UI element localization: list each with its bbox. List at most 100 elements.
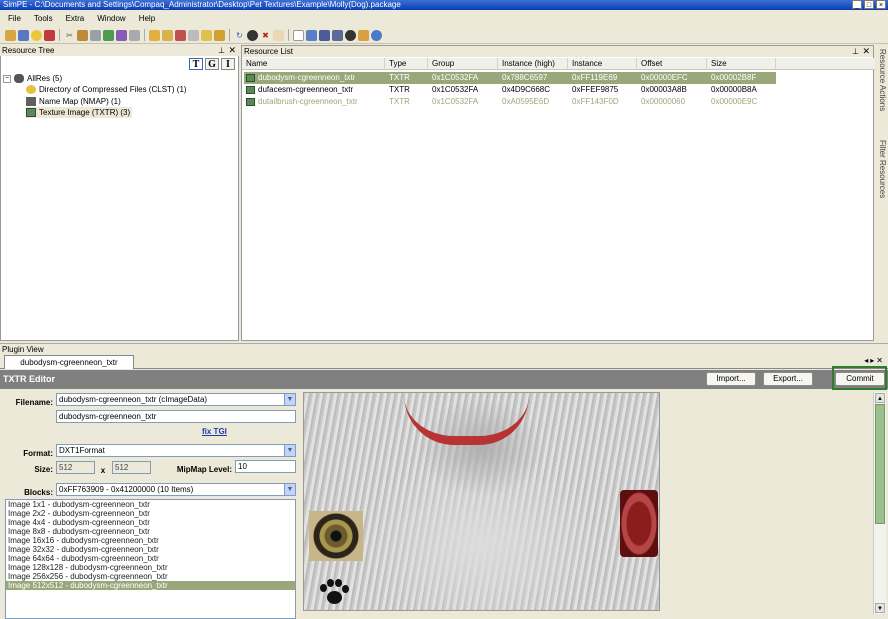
preview-scrollbar[interactable]: ▲ ▼	[873, 392, 886, 614]
disk-icon[interactable]	[149, 29, 160, 41]
refresh-icon[interactable]: ↻	[234, 30, 245, 41]
size-width-field[interactable]: 512	[56, 461, 95, 474]
cut-icon[interactable]: ✂	[64, 30, 75, 41]
menu-file[interactable]: File	[3, 14, 29, 23]
comment-icon[interactable]	[188, 29, 199, 41]
column-instance[interactable]: Instance	[568, 58, 637, 70]
minimize-button[interactable]: _	[852, 0, 862, 9]
list-item-selected[interactable]: Image 512x512 - dubodysm-cgreenneon_txtr	[6, 581, 295, 590]
close-icon[interactable]: ✕	[228, 45, 236, 56]
plugin-tab[interactable]: dubodysm-cgreenneon_txtr	[4, 355, 134, 369]
globe-icon[interactable]	[371, 29, 382, 41]
column-name[interactable]: Name	[242, 58, 385, 70]
close-button[interactable]: ×	[876, 0, 886, 9]
list-item[interactable]: Image 1x1 - dubodysm-cgreenneon_txtr	[6, 500, 295, 509]
save-icon[interactable]	[18, 29, 29, 41]
close-icon[interactable]: ✕	[862, 46, 870, 57]
delete-icon[interactable]: ✖	[260, 30, 271, 41]
list-item[interactable]: Image 128x128 - dubodysm-cgreenneon_txtr	[6, 563, 295, 572]
table-row[interactable]: dutailbrush-cgreenneon_txtr TXTR 0x1C053…	[244, 96, 776, 108]
tree-item-txtr[interactable]: Texture Image (TXTR) (3)	[26, 107, 133, 118]
menu-tools[interactable]: Tools	[29, 14, 61, 23]
column-group[interactable]: Group	[428, 58, 498, 70]
texture-eye-detail	[309, 511, 363, 561]
chevron-down-icon[interactable]: ▼	[284, 445, 295, 456]
maximize-button[interactable]: □	[864, 0, 874, 9]
plugin-icon[interactable]	[44, 29, 55, 41]
view-type-button[interactable]: T	[189, 58, 203, 70]
table-row[interactable]: dubodysm-cgreenneon_txtr TXTR 0x1C0532FA…	[244, 72, 776, 84]
menu-extra[interactable]: Extra	[61, 14, 93, 23]
folder-icon[interactable]	[162, 29, 173, 41]
package-icon[interactable]	[77, 29, 88, 41]
save-all-icon[interactable]	[332, 29, 343, 41]
chevron-down-icon[interactable]: ▼	[284, 394, 295, 405]
import-button[interactable]: Import...	[706, 372, 756, 386]
list-item[interactable]: Image 2x2 - dubodysm-cgreenneon_txtr	[6, 509, 295, 518]
mipmap-input[interactable]: 10	[235, 460, 296, 473]
tree-root[interactable]: − AllRes (5)	[3, 73, 62, 84]
view-group-button[interactable]: G	[205, 58, 219, 70]
filename-input[interactable]: dubodysm-cgreenneon_txtr	[56, 410, 296, 423]
size-height-value: 512	[115, 463, 129, 472]
hat-icon[interactable]	[247, 29, 258, 41]
cell-size: 0x00000E9C	[711, 97, 758, 106]
sims-icon[interactable]	[116, 29, 127, 41]
import-icon[interactable]	[90, 29, 101, 41]
pin-icon[interactable]: ⊥	[852, 46, 859, 57]
list-item[interactable]: Image 4x4 - dubodysm-cgreenneon_txtr	[6, 518, 295, 527]
commit-button[interactable]: Commit	[835, 372, 885, 386]
scrollbar-thumb[interactable]	[875, 404, 885, 524]
scroll-up-icon[interactable]: ▲	[875, 393, 885, 403]
chevron-down-icon[interactable]: ▼	[284, 484, 295, 495]
tree-item-clst[interactable]: Directory of Compressed Files (CLST) (1)	[26, 84, 187, 95]
new-file-icon[interactable]	[293, 29, 304, 41]
cancel-icon[interactable]	[345, 29, 356, 41]
cell-instance-high: 0x788C6597	[502, 73, 548, 82]
filename-combo[interactable]: dubodysm-cgreenneon_txtr (cImageData) ▼	[56, 393, 296, 406]
column-instance-high[interactable]: Instance (high)	[498, 58, 568, 70]
eraser-icon[interactable]	[273, 29, 284, 41]
export-button[interactable]: Export...	[763, 372, 813, 386]
column-offset[interactable]: Offset	[637, 58, 707, 70]
copy-icon[interactable]	[306, 29, 317, 41]
texture-icon	[246, 86, 255, 94]
tree-icon[interactable]	[103, 29, 114, 41]
star-icon[interactable]	[31, 29, 42, 41]
list-item[interactable]: Image 64x64 - dubodysm-cgreenneon_txtr	[6, 554, 295, 563]
list-item[interactable]: Image 256x256 - dubodysm-cgreenneon_txtr	[6, 572, 295, 581]
menu-help[interactable]: Help	[134, 14, 163, 23]
scroll-down-icon[interactable]: ▼	[875, 603, 885, 613]
table-row[interactable]: dufacesm-cgreenneon_txtr TXTR 0x1C0532FA…	[244, 84, 776, 96]
fix-tgi-link[interactable]: fix TGI	[202, 427, 227, 436]
list-item[interactable]: Image 8x8 - dubodysm-cgreenneon_txtr	[6, 527, 295, 536]
side-tab-resource-actions[interactable]: Resource Actions	[876, 49, 887, 111]
blocks-list[interactable]: Image 1x1 - dubodysm-cgreenneon_txtr Ima…	[5, 499, 296, 619]
page-icon[interactable]	[214, 29, 225, 41]
collapse-icon[interactable]: −	[3, 74, 11, 83]
list-item[interactable]: Image 32x32 - dubodysm-cgreenneon_txtr	[6, 545, 295, 554]
size-height-field[interactable]: 512	[112, 461, 151, 474]
column-size[interactable]: Size	[707, 58, 776, 70]
pin-icon[interactable]: ⊥	[218, 45, 225, 56]
view-instance-button[interactable]: I	[221, 58, 235, 70]
format-select[interactable]: DXT1Format ▼	[56, 444, 296, 457]
users-icon[interactable]	[358, 29, 369, 41]
blocks-select-value: 0xFF763909 - 0x41200000 (10 Items)	[59, 485, 194, 494]
blocks-label: Blocks:	[24, 488, 53, 497]
resource-list-panel: Resource List ⊥ ✕ Name Type Group Instan…	[241, 45, 875, 341]
menu-window[interactable]: Window	[92, 14, 133, 23]
blocks-select[interactable]: 0xFF763909 - 0x41200000 (10 Items) ▼	[56, 483, 296, 496]
tab-scroll-arrows[interactable]: ◂▸✕	[864, 356, 885, 365]
note-icon[interactable]	[201, 29, 212, 41]
clone-icon[interactable]	[129, 29, 140, 41]
list-item[interactable]: Image 16x16 - dubodysm-cgreenneon_txtr	[6, 536, 295, 545]
tree-view-toolbar: T G I	[189, 58, 235, 70]
side-tab-filter-resources[interactable]: Filter Resources	[876, 140, 887, 198]
tree-item-nmap[interactable]: Name Map (NMAP) (1)	[26, 96, 121, 107]
column-type[interactable]: Type	[385, 58, 428, 70]
open-folder-icon[interactable]	[5, 29, 16, 41]
cell-group: 0x1C0532FA	[432, 85, 479, 94]
floppy-icon[interactable]	[319, 29, 330, 41]
bug-icon[interactable]	[175, 29, 186, 41]
